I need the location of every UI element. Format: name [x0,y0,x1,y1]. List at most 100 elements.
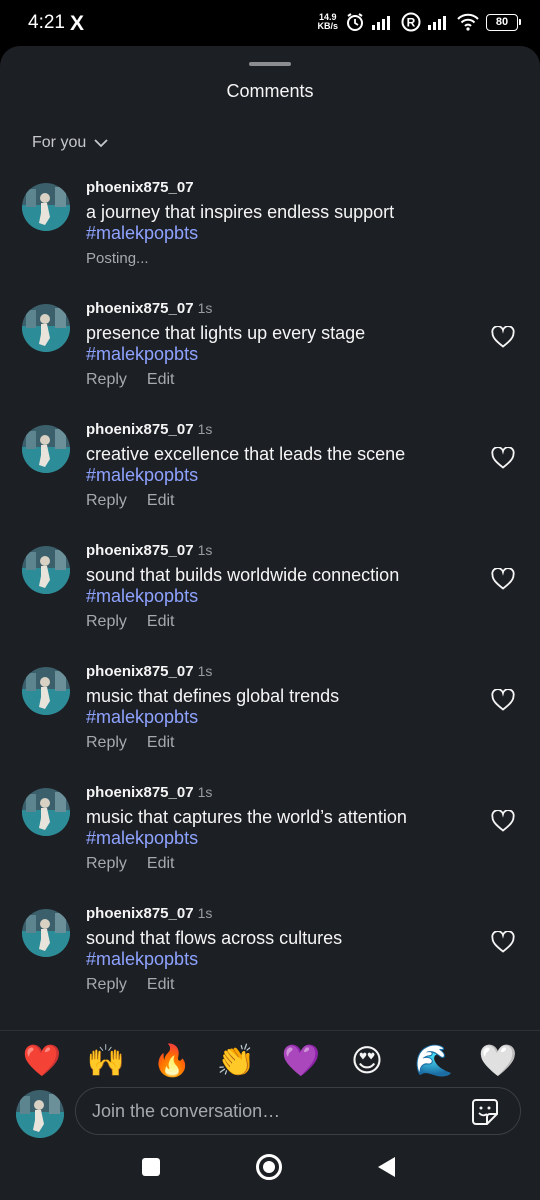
comment-username-text[interactable]: phoenix875_07 [86,784,194,801]
avatar[interactable] [22,425,70,473]
comment-username[interactable]: phoenix875_07 1s [86,784,212,801]
reply-button[interactable]: Reply [86,855,127,873]
sticker-icon[interactable] [470,1097,500,1127]
avatar[interactable] [22,788,70,836]
comment-text: sound that flows across cultures [86,928,343,948]
emoji-reaction-row: ❤️ 🙌 🔥 👏 💜 😍 🌊 🤍 [0,1041,540,1081]
emoji-reaction-button[interactable]: 👏 [216,1041,256,1081]
wifi-icon [457,13,479,31]
heart-outline-icon[interactable] [491,325,515,353]
svg-text:R: R [407,16,416,30]
comment-hashtag[interactable]: #malekpopbts [86,586,198,607]
comment-text: music that captures the world’s attentio… [86,807,407,827]
comment-input-box[interactable] [75,1087,521,1135]
emoji-reaction-button[interactable]: 😍 [347,1041,387,1081]
comment-username[interactable]: phoenix875_07 1s [86,421,212,438]
comment-row: phoenix875_07 1s music that defines global… [0,663,540,773]
heart-outline-icon[interactable] [491,688,515,716]
comment-username[interactable]: phoenix875_07 [86,179,198,196]
avatar-image [22,183,70,231]
back-triangle-icon[interactable] [376,1155,396,1179]
filter-dropdown[interactable]: For you [32,134,109,152]
reply-button[interactable]: Reply [86,613,127,631]
comment-timestamp: 1s [197,663,213,679]
x-app-icon: X [70,12,85,35]
emoji-reaction-button[interactable]: 🔥 [152,1041,192,1081]
posting-status: Posting... [86,250,149,267]
emoji-reaction-button[interactable]: 🤍 [478,1041,518,1081]
comment-text: sound that builds worldwide connection [86,565,400,585]
comment-row: phoenix875_07 1ssound that flows across c… [0,905,540,1015]
avatar-image [22,425,70,473]
avatar[interactable] [22,183,70,231]
reply-button[interactable]: Reply [86,976,127,994]
edit-button[interactable]: Edit [147,492,175,510]
comment-timestamp: 1s [197,542,213,558]
comment-username[interactable]: phoenix875_07 1s [86,663,212,680]
edit-button[interactable]: Edit [147,734,175,752]
sheet-grabber[interactable] [249,62,291,66]
roaming-icon: R [401,12,421,32]
edit-button[interactable]: Edit [147,371,175,389]
comment-row: phoenix875_07 a journey that inspires end… [0,179,540,289]
avatar[interactable] [22,909,70,957]
emoji-reaction-button[interactable]: 🌊 [414,1041,454,1081]
comment-timestamp: 1s [197,300,213,316]
comment-hashtag[interactable]: #malekpopbts [86,949,198,970]
avatar-image [16,1090,64,1138]
avatar [16,1090,64,1138]
avatar-image [22,909,70,957]
reply-button[interactable]: Reply [86,734,127,752]
avatar[interactable] [22,546,70,594]
battery-icon: 80 [486,13,521,31]
comment-username-text[interactable]: phoenix875_07 [86,905,194,922]
network-speed-unit: KB/s [317,21,338,31]
avatar[interactable] [22,304,70,352]
comment-username-text[interactable]: phoenix875_07 [86,421,194,438]
emoji-reaction-button[interactable]: 🙌 [86,1041,126,1081]
edit-button[interactable]: Edit [147,976,175,994]
heart-outline-icon[interactable] [491,567,515,595]
comment-actions: Reply Edit [86,492,174,510]
comment-actions: Reply Edit [86,855,174,873]
comment-hashtag[interactable]: #malekpopbts [86,707,198,728]
comment-hashtag[interactable]: #malekpopbts [86,465,198,486]
comment-timestamp: 1s [197,421,213,437]
comment-text: creative excellence that leads the scene [86,444,406,464]
heart-outline-icon[interactable] [491,446,515,474]
comment-hashtag[interactable]: #malekpopbts [86,828,198,849]
recents-square-icon[interactable] [141,1157,161,1177]
heart-outline-icon[interactable] [491,930,515,958]
reply-button[interactable]: Reply [86,371,127,389]
comment-username[interactable]: phoenix875_07 1s [86,542,212,559]
comment-username[interactable]: phoenix875_07 1s [86,300,212,317]
network-speed: 14.9 KB/s [317,13,338,31]
comment-hashtag[interactable]: #malekpopbts [86,223,198,244]
comment-actions: Reply Edit [86,734,174,752]
emoji-reaction-button[interactable]: 💜 [281,1041,321,1081]
comment-username-text[interactable]: phoenix875_07 [86,663,194,680]
avatar-image [22,667,70,715]
comment-hashtag[interactable]: #malekpopbts [86,344,198,365]
edit-button[interactable]: Edit [147,613,175,631]
comment-row: phoenix875_07 1smusic that captures the w… [0,784,540,894]
status-icons: 14.9 KB/s R 80 [317,12,521,32]
status-time: 4:21 [28,12,65,33]
avatar[interactable] [22,667,70,715]
edit-button[interactable]: Edit [147,855,175,873]
sheet-title: Comments [226,81,314,101]
comment-username-text[interactable]: phoenix875_07 [86,542,194,559]
comment-username-text[interactable]: phoenix875_07 [86,179,194,196]
system-nav-bar [0,1137,540,1200]
chevron-down-icon [94,139,108,148]
avatar-image [22,546,70,594]
reply-button[interactable]: Reply [86,492,127,510]
comment-username-text[interactable]: phoenix875_07 [86,300,194,317]
home-circle-icon[interactable] [255,1153,283,1181]
comment-timestamp: 1s [197,784,213,800]
heart-outline-icon[interactable] [491,809,515,837]
comment-input[interactable] [92,1088,452,1134]
comment-username[interactable]: phoenix875_07 1s [86,905,212,922]
filter-label: For you [32,134,87,151]
emoji-reaction-button[interactable]: ❤️ [22,1041,62,1081]
